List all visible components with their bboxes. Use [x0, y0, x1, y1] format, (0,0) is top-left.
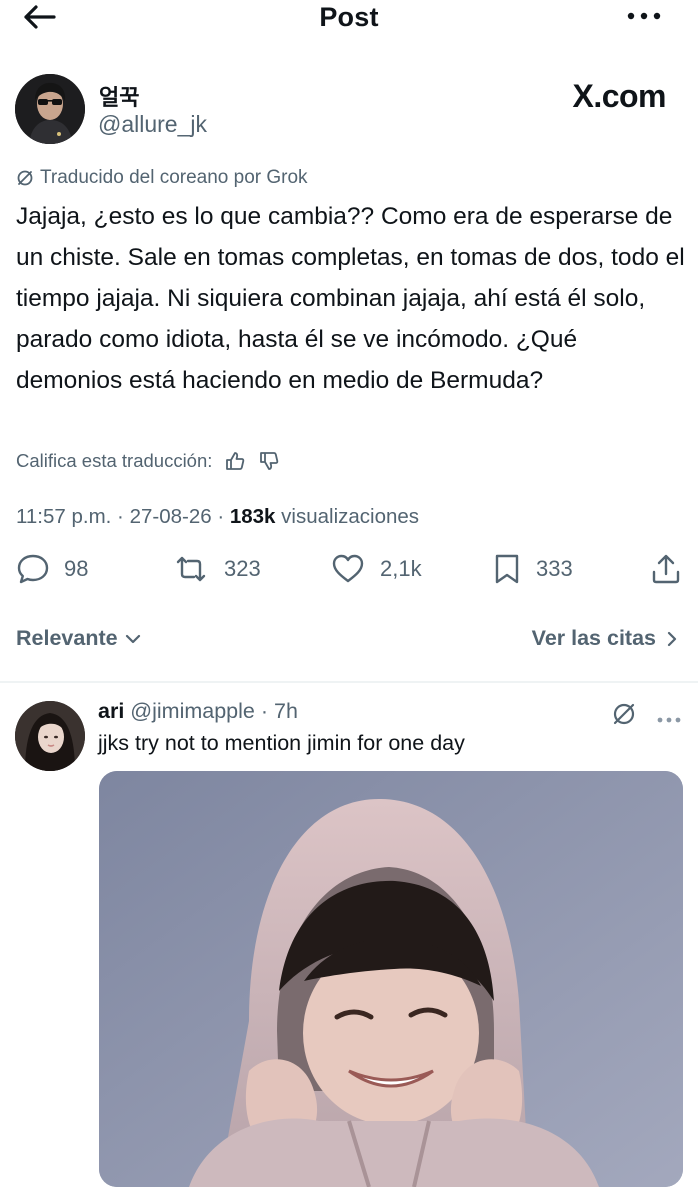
reply-text: jjks try not to mention jimin for one da… — [98, 731, 465, 755]
more-horizontal-icon[interactable] — [626, 6, 662, 26]
translation-note[interactable]: Traducido del coreano por Grok — [16, 167, 308, 189]
divider — [0, 681, 698, 683]
bookmark-count: 333 — [536, 556, 573, 581]
reply-avatar[interactable] — [15, 701, 85, 771]
share-button[interactable] — [650, 552, 696, 586]
view-quotes-link[interactable]: Ver las citas — [532, 626, 678, 651]
views-label: visualizaciones — [281, 505, 420, 528]
action-bar: 98 323 2,1k 333 — [0, 552, 698, 596]
repost-icon — [176, 556, 206, 582]
like-button[interactable]: 2,1k — [330, 552, 422, 586]
quotes-label: Ver las citas — [531, 626, 656, 650]
repost-count: 323 — [224, 556, 261, 581]
chevron-down-icon — [125, 634, 140, 643]
translation-note-text: Traducido del coreano por Grok — [40, 167, 308, 188]
author-handle[interactable]: @allure_jk — [98, 111, 207, 138]
reply-author-name[interactable]: ari — [98, 699, 124, 723]
reply-media-image[interactable] — [99, 771, 683, 1187]
reply-bubble-icon — [17, 554, 49, 584]
thumbs-up-icon[interactable] — [224, 450, 246, 472]
post-time[interactable]: 11:57 p.m. — [16, 505, 111, 528]
share-icon — [652, 554, 680, 584]
rate-translation: Califica esta traducción: — [16, 450, 280, 472]
post-date[interactable]: 27-08-26 — [130, 505, 212, 528]
reply-count: 98 — [64, 556, 89, 581]
more-horizontal-icon[interactable] — [656, 711, 682, 729]
grok-slash-icon[interactable] — [610, 700, 638, 733]
page-title: Post — [319, 2, 379, 32]
reply-age[interactable]: 7h — [274, 699, 298, 723]
like-count: 2,1k — [380, 556, 422, 581]
heart-icon — [332, 554, 364, 583]
views-count: 183k — [229, 505, 276, 528]
thumbs-down-icon[interactable] — [258, 450, 280, 472]
post-meta: 11:57 p.m. · 27-08-26 · 183k visualizaci… — [16, 505, 420, 528]
chevron-right-icon — [667, 631, 677, 646]
reply-button[interactable]: 98 — [16, 552, 88, 586]
post-text: Jajaja, ¿esto es lo que cambia?? Como er… — [16, 203, 685, 394]
rate-translation-label: Califica esta traducción: — [16, 450, 213, 471]
reply-header: ari @jimimapple · 7h — [98, 699, 298, 723]
bookmark-icon — [495, 554, 519, 584]
sort-selector[interactable]: Relevante — [16, 626, 142, 651]
reply-author-handle[interactable]: @jimimapple — [130, 699, 255, 723]
grok-slash-icon — [17, 170, 33, 186]
brand-watermark: X.com — [572, 78, 666, 114]
sort-label: Relevante — [16, 626, 118, 650]
avatar[interactable] — [15, 74, 85, 144]
bookmark-button[interactable]: 333 — [492, 552, 573, 586]
author-name[interactable]: 얼꾹 — [99, 80, 139, 112]
top-bar: Post — [0, 0, 698, 34]
repost-button[interactable]: 323 — [172, 552, 261, 586]
